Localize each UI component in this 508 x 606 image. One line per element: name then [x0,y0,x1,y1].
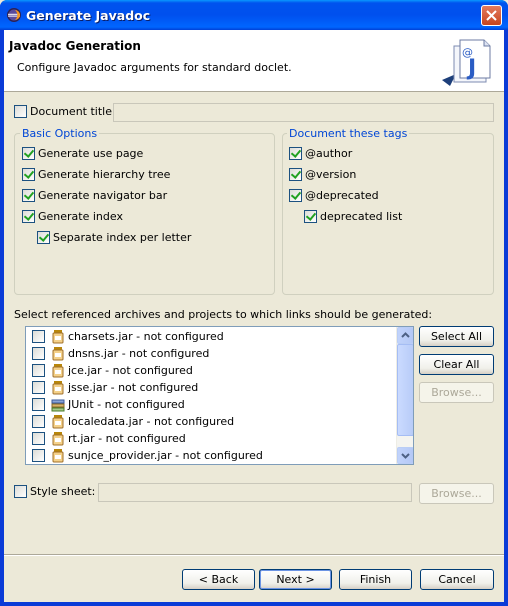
jar-icon [52,381,64,395]
page-description: Configure Javadoc arguments for standard… [17,61,292,74]
list-item-label: sunjce_provider.jar - not configured [68,449,263,462]
version-tag-label: @version [305,168,357,181]
basic-options-title: Basic Options [20,127,100,140]
list-item-checkbox[interactable] [32,398,45,411]
generate-navigator-bar-checkbox[interactable] [22,189,35,202]
footer-separator [4,554,504,556]
list-item-checkbox[interactable] [32,347,45,360]
dialog-window: Generate Javadoc Javadoc Generation Conf… [0,0,508,606]
list-item[interactable]: jce.jar - not configured [26,362,398,379]
list-item-checkbox[interactable] [32,432,45,445]
scroll-up-button[interactable] [397,327,413,344]
close-icon [486,10,497,21]
list-item-label: localedata.jar - not configured [68,415,235,428]
scroll-down-button[interactable] [397,447,413,464]
list-item-label: jce.jar - not configured [68,364,193,377]
document-title-label: Document title: [30,105,116,118]
list-item-label: rt.jar - not configured [68,432,186,445]
list-item[interactable]: sunjce_provider.jar - not configured [26,447,398,464]
links-label: Select referenced archives and projects … [14,308,433,321]
scroll-thumb[interactable] [397,344,413,436]
referenced-archives-list[interactable]: charsets.jar - not configured dnsns.jar … [25,326,414,465]
deprecated-tag-label: @deprecated [305,189,379,202]
wizard-banner: Javadoc Generation Configure Javadoc arg… [4,30,504,92]
next-button[interactable]: Next > [259,569,332,590]
window-title: Generate Javadoc [26,8,151,23]
links-browse-button[interactable]: Browse... [419,382,494,403]
generate-index-label: Generate index [38,210,123,223]
clear-all-button[interactable]: Clear All [419,354,494,375]
style-sheet-checkbox[interactable] [14,485,27,498]
svg-text:J: J [466,56,476,81]
list-item[interactable]: charsets.jar - not configured [26,328,398,345]
page-title: Javadoc Generation [9,39,141,53]
style-sheet-label: Style sheet: [30,485,96,498]
list-item-checkbox[interactable] [32,330,45,343]
back-button[interactable]: < Back [182,569,255,590]
separate-index-label: Separate index per letter [53,231,192,244]
javadoc-wizard-icon: @ J [442,39,491,86]
list-item-label: JUnit - not configured [68,398,185,411]
document-tags-title: Document these tags [287,127,410,140]
chevron-up-icon [401,332,410,338]
eclipse-icon [7,8,21,22]
list-item-label: charsets.jar - not configured [68,330,224,343]
list-item[interactable]: rt.jar - not configured [26,430,398,447]
generate-use-page-checkbox[interactable] [22,147,35,160]
list-item-label: dnsns.jar - not configured [68,347,210,360]
list-item[interactable]: localedata.jar - not configured [26,413,398,430]
library-icon [51,399,65,412]
close-button[interactable] [481,5,502,26]
version-tag-checkbox[interactable] [289,168,302,181]
list-item-label: jsse.jar - not configured [68,381,199,394]
select-all-button[interactable]: Select All [419,326,494,347]
list-scrollbar[interactable] [396,327,413,464]
document-title-input[interactable] [113,103,494,122]
generate-navigator-bar-label: Generate navigator bar [38,189,168,202]
jar-icon [52,347,64,361]
jar-icon [52,330,64,344]
list-item[interactable]: jsse.jar - not configured [26,379,398,396]
deprecated-list-checkbox[interactable] [304,210,317,223]
document-title-checkbox[interactable] [14,105,27,118]
jar-icon [52,364,64,378]
finish-button[interactable]: Finish [339,569,412,590]
style-sheet-browse-button[interactable]: Browse... [419,483,494,504]
generate-use-page-label: Generate use page [38,147,144,160]
jar-icon [52,449,64,463]
generate-hierarchy-tree-checkbox[interactable] [22,168,35,181]
list-item[interactable]: dnsns.jar - not configured [26,345,398,362]
style-sheet-input[interactable] [98,483,412,502]
author-tag-label: @author [305,147,353,160]
deprecated-tag-checkbox[interactable] [289,189,302,202]
cancel-button[interactable]: Cancel [420,569,494,590]
deprecated-list-label: deprecated list [320,210,403,223]
title-bar[interactable]: Generate Javadoc [0,0,508,30]
jar-icon [52,415,64,429]
dialog-client: Javadoc Generation Configure Javadoc arg… [4,30,504,602]
list-item-checkbox[interactable] [32,381,45,394]
chevron-down-icon [401,453,410,459]
generate-hierarchy-tree-label: Generate hierarchy tree [38,168,171,181]
list-item-checkbox[interactable] [32,364,45,377]
list-item-checkbox[interactable] [32,449,45,462]
separate-index-checkbox[interactable] [37,231,50,244]
author-tag-checkbox[interactable] [289,147,302,160]
list-item-checkbox[interactable] [32,415,45,428]
jar-icon [52,432,64,446]
list-item[interactable]: JUnit - not configured [26,396,398,413]
generate-index-checkbox[interactable] [22,210,35,223]
